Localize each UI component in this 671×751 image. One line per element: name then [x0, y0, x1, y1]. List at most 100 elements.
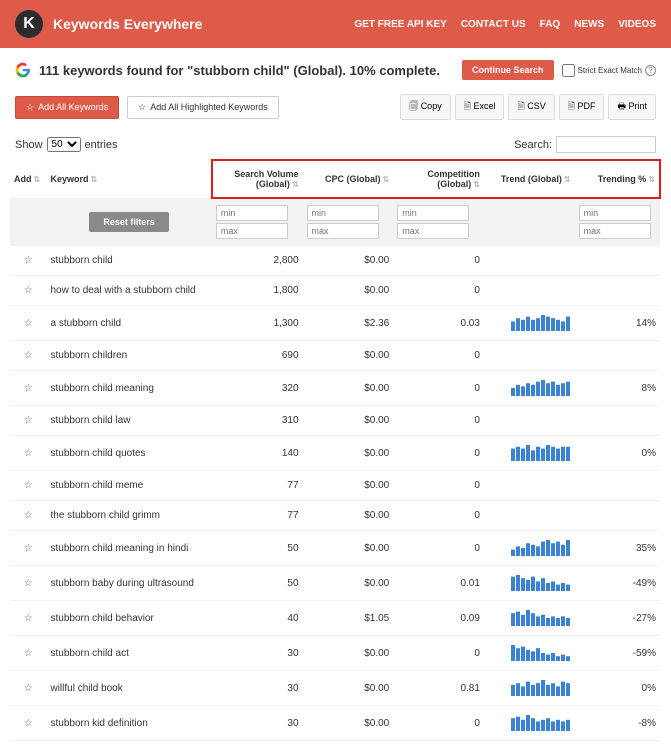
continue-search-button[interactable]: Continue Search	[462, 60, 554, 80]
entries-select[interactable]: 50	[47, 137, 81, 152]
add-highlighted-button[interactable]: ☆ Add All Highlighted Keywords	[127, 96, 279, 119]
google-icon	[15, 62, 31, 78]
star-icon[interactable]: ☆	[24, 480, 33, 491]
star-icon[interactable]: ☆	[24, 510, 33, 521]
add-all-keywords-button[interactable]: ☆ Add All Keywords	[15, 96, 119, 119]
trend-cell	[484, 276, 575, 306]
trend-sparkline	[511, 645, 571, 661]
star-icon[interactable]: ☆	[24, 683, 33, 694]
table-row: ☆ a stubborn child 1,300 $2.36 0.03 14%	[10, 306, 660, 341]
col-keyword[interactable]: Keyword⇅	[46, 160, 211, 198]
volume-max-input[interactable]	[216, 223, 288, 239]
comp-cell: 0.01	[393, 566, 484, 601]
volume-cell: 320	[212, 371, 303, 406]
info-icon[interactable]: ?	[645, 65, 656, 76]
keyword-cell: stubborn baby during ultrasound	[46, 566, 211, 601]
trending-max-input[interactable]	[579, 223, 651, 239]
trend-cell	[484, 501, 575, 531]
comp-cell: 0.81	[393, 671, 484, 706]
volume-cell: 40	[212, 601, 303, 636]
star-icon[interactable]: ☆	[24, 718, 33, 729]
col-add[interactable]: Add⇅	[10, 160, 46, 198]
excel-button[interactable]: 🗎 Excel	[455, 94, 505, 120]
page-title: 111 keywords found for "stubborn child" …	[39, 63, 454, 78]
keyword-cell: stubborn child quotes	[46, 436, 211, 471]
nav-news[interactable]: NEWS	[574, 19, 604, 30]
volume-min-input[interactable]	[216, 205, 288, 221]
star-icon[interactable]: ☆	[24, 415, 33, 426]
keyword-cell: stubborn child act	[46, 636, 211, 671]
trend-sparkline	[511, 380, 571, 396]
comp-min-input[interactable]	[397, 205, 469, 221]
trend-sparkline	[511, 715, 571, 731]
strict-match-checkbox[interactable]	[562, 64, 575, 77]
table-row: ☆ how to deal with a stubborn child 1,80…	[10, 276, 660, 306]
trending-min-input[interactable]	[579, 205, 651, 221]
table-row: ☆ stubborn child 2,800 $0.00 0	[10, 246, 660, 276]
col-trending[interactable]: Trending %⇅	[575, 160, 660, 198]
cpc-max-input[interactable]	[307, 223, 379, 239]
print-button[interactable]: 🖶 Print	[608, 94, 656, 120]
trending-cell: 14%	[575, 306, 660, 341]
table-row: ☆ stubborn child quotes 140 $0.00 0 0%	[10, 436, 660, 471]
trend-cell	[484, 406, 575, 436]
cpc-cell: $0.00	[303, 471, 394, 501]
export-buttons: 🗐 Copy 🗎 Excel 🗎 CSV 🗎 PDF 🖶 Print	[400, 94, 656, 120]
col-volume[interactable]: Search Volume (Global)⇅	[212, 160, 303, 198]
keyword-cell: stubborn children	[46, 341, 211, 371]
trend-cell	[484, 671, 575, 706]
comp-cell: 0	[393, 246, 484, 276]
star-icon[interactable]: ☆	[24, 648, 33, 659]
trending-cell: 8%	[575, 371, 660, 406]
star-icon[interactable]: ☆	[24, 350, 33, 361]
table-row: ☆ stubborn child meaning 320 $0.00 0 8%	[10, 371, 660, 406]
search-label: Search:	[514, 139, 552, 151]
csv-button[interactable]: 🗎 CSV	[508, 94, 554, 120]
comp-cell: 0	[393, 706, 484, 741]
col-competition[interactable]: Competition (Global)⇅	[393, 160, 484, 198]
pdf-button[interactable]: 🗎 PDF	[559, 94, 605, 120]
keyword-cell: stubborn child	[46, 246, 211, 276]
star-icon[interactable]: ☆	[24, 543, 33, 554]
trending-cell: 35%	[575, 531, 660, 566]
col-cpc[interactable]: CPC (Global)⇅	[303, 160, 394, 198]
cpc-cell: $0.00	[303, 276, 394, 306]
star-icon[interactable]: ☆	[24, 255, 33, 266]
table-row: ☆ stubborn child behavior 40 $1.05 0.09 …	[10, 601, 660, 636]
cpc-cell: $0.00	[303, 566, 394, 601]
cpc-min-input[interactable]	[307, 205, 379, 221]
nav-faq[interactable]: FAQ	[540, 19, 561, 30]
strict-match-toggle[interactable]: Strict Exact Match ?	[562, 64, 656, 77]
title-row: 111 keywords found for "stubborn child" …	[0, 48, 671, 88]
star-icon[interactable]: ☆	[24, 318, 33, 329]
actions-row: ☆ Add All Keywords ☆ Add All Highlighted…	[0, 88, 671, 126]
comp-cell: 0.09	[393, 601, 484, 636]
entries-suffix: entries	[85, 139, 118, 151]
cpc-cell: $0.00	[303, 636, 394, 671]
star-icon[interactable]: ☆	[24, 383, 33, 394]
trending-cell: -49%	[575, 566, 660, 601]
reset-filters-button[interactable]: Reset filters	[89, 212, 169, 232]
trend-cell	[484, 341, 575, 371]
star-icon[interactable]: ☆	[24, 448, 33, 459]
volume-cell: 30	[212, 636, 303, 671]
keyword-cell: the stubborn child grimm	[46, 501, 211, 531]
nav-videos[interactable]: VIDEOS	[618, 19, 656, 30]
star-icon: ☆	[138, 102, 146, 113]
trend-sparkline	[511, 540, 571, 556]
keyword-cell: stubborn child meme	[46, 471, 211, 501]
comp-max-input[interactable]	[397, 223, 469, 239]
nav-api-key[interactable]: GET FREE API KEY	[354, 19, 446, 30]
keyword-cell: a stubborn child	[46, 306, 211, 341]
trending-cell: -8%	[575, 706, 660, 741]
trending-cell: 0%	[575, 436, 660, 471]
star-icon[interactable]: ☆	[24, 578, 33, 589]
copy-button[interactable]: 🗐 Copy	[400, 94, 451, 120]
trending-cell	[575, 471, 660, 501]
trending-cell	[575, 406, 660, 436]
nav-contact[interactable]: CONTACT US	[461, 19, 526, 30]
search-input[interactable]	[556, 136, 656, 153]
star-icon[interactable]: ☆	[24, 285, 33, 296]
trending-cell	[575, 276, 660, 306]
col-trend[interactable]: Trend (Global)⇅	[484, 160, 575, 198]
